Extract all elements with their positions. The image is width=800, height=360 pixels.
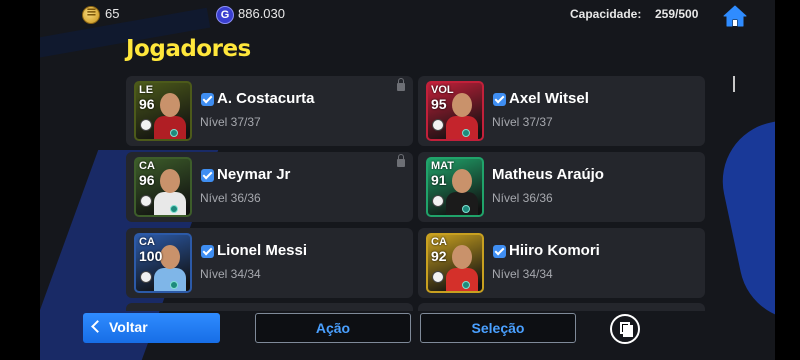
player-level: Nível 37/37 (492, 115, 553, 129)
club-badge-icon (432, 195, 444, 207)
list-item-partial[interactable] (418, 303, 705, 311)
home-icon[interactable] (722, 4, 748, 28)
player-level: Nível 37/37 (200, 115, 261, 129)
player-head (452, 169, 472, 193)
skill-dot-icon (170, 281, 178, 289)
player-head (452, 245, 472, 269)
player-portrait: CA 92 (426, 233, 484, 293)
checkbox-icon (493, 245, 506, 258)
player-rating: 96 (139, 172, 155, 188)
player-portrait: VOL 95 (426, 81, 484, 141)
lock-icon (397, 154, 405, 167)
club-badge-icon (432, 271, 444, 283)
player-position: CA (139, 236, 155, 248)
player-head (452, 93, 472, 117)
player-name: Matheus Araújo (492, 166, 604, 183)
club-badge-icon (432, 119, 444, 131)
player-rating: 95 (431, 96, 447, 112)
lock-icon (397, 78, 405, 91)
player-portrait: LE 96 (134, 81, 192, 141)
player-card[interactable]: MAT 91 Matheus Araújo Nível 36/36 (418, 152, 705, 222)
top-bar: 65 G 886.030 Capacidade: 259/500 (0, 0, 800, 32)
player-portrait: MAT 91 (426, 157, 484, 217)
skill-dot-icon (462, 281, 470, 289)
player-name: Hiiro Komori (509, 242, 600, 259)
select-button-label: Seleção (471, 320, 525, 336)
player-level: Nível 36/36 (492, 191, 553, 205)
player-level: Nível 34/34 (200, 267, 261, 281)
player-card[interactable]: CA 92 Hiiro Komori Nível 34/34 (418, 228, 705, 298)
player-card[interactable]: CA 100 Lionel Messi Nível 34/34 (126, 228, 413, 298)
player-position: VOL (431, 84, 454, 96)
background-shape (711, 89, 775, 331)
player-head (160, 245, 180, 269)
back-button[interactable]: Voltar (83, 313, 220, 343)
player-card[interactable]: CA 96 Neymar Jr Nível 36/36 (126, 152, 413, 222)
club-badge-icon (140, 271, 152, 283)
action-button[interactable]: Ação (255, 313, 411, 343)
player-name: Axel Witsel (509, 90, 589, 107)
player-position: LE (139, 84, 154, 96)
checkbox-icon (493, 93, 506, 106)
player-position: CA (431, 236, 447, 248)
list-item-partial[interactable] (126, 303, 413, 311)
scrollbar[interactable] (733, 76, 735, 92)
player-rating: 96 (139, 96, 155, 112)
capacity-value: 259/500 (655, 7, 699, 21)
player-name: Lionel Messi (217, 242, 308, 259)
page-title: Jogadores (126, 36, 251, 62)
player-portrait: CA 100 (134, 233, 192, 293)
back-button-label: Voltar (109, 319, 148, 335)
skill-dot-icon (170, 205, 178, 213)
cards-button[interactable] (610, 314, 640, 344)
player-card[interactable]: LE 96 A. Costacurta Nível 37/37 (126, 76, 413, 146)
capacity-label: Capacidade: (570, 7, 642, 21)
gp-icon: G (216, 6, 234, 24)
club-badge-icon (140, 195, 152, 207)
player-name: A. Costacurta (217, 90, 315, 107)
checkbox-icon (201, 93, 214, 106)
player-rating: 91 (431, 172, 447, 188)
player-level: Nível 36/36 (200, 191, 261, 205)
player-level: Nível 34/34 (492, 267, 553, 281)
skill-dot-icon (462, 129, 470, 137)
screen: 65 G 886.030 Capacidade: 259/500 Jogador… (0, 0, 800, 360)
coin-balance: 65 (105, 6, 120, 21)
skill-dot-icon (462, 205, 470, 213)
skill-dot-icon (170, 129, 178, 137)
player-name: Neymar Jr (217, 166, 291, 183)
player-position: MAT (431, 160, 455, 172)
player-head (160, 93, 180, 117)
gp-balance: 886.030 (238, 6, 285, 21)
select-button[interactable]: Seleção (420, 313, 576, 343)
checkbox-icon (201, 245, 214, 258)
player-head (160, 169, 180, 193)
chevron-left-icon (91, 320, 104, 333)
player-card[interactable]: VOL 95 Axel Witsel Nível 37/37 (418, 76, 705, 146)
action-button-label: Ação (315, 320, 351, 336)
player-position: CA (139, 160, 155, 172)
player-portrait: CA 96 (134, 157, 192, 217)
player-rating: 92 (431, 248, 447, 264)
checkbox-icon (201, 169, 214, 182)
cards-icon-back (623, 325, 633, 337)
club-badge-icon (140, 119, 152, 131)
coin-icon (82, 5, 100, 24)
player-rating: 100 (139, 248, 163, 264)
